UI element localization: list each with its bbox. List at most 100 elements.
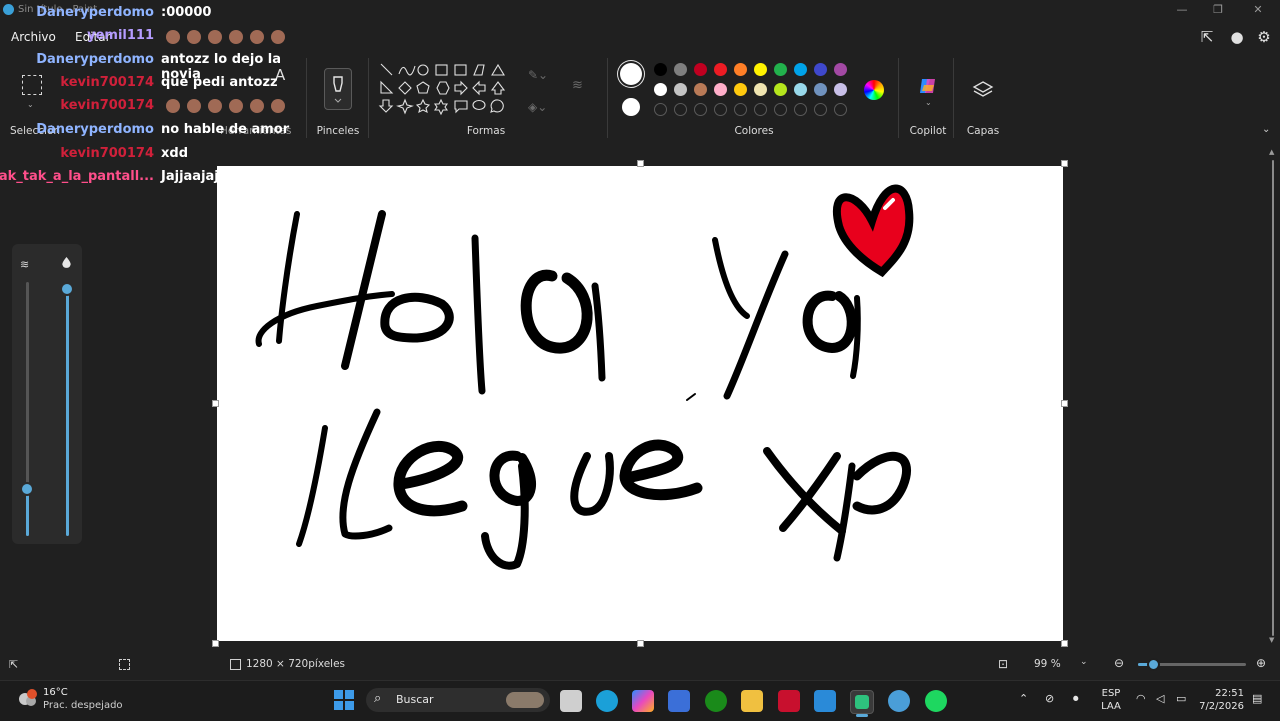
file-explorer-icon[interactable] <box>741 690 763 712</box>
palette-swatch[interactable] <box>694 83 707 96</box>
weather-icon[interactable] <box>16 688 38 710</box>
drawing-canvas[interactable] <box>217 166 1063 641</box>
close-button[interactable]: ✕ <box>1248 3 1268 19</box>
custom-color-slot[interactable] <box>674 103 687 116</box>
custom-color-slot[interactable] <box>734 103 747 116</box>
layers-icon[interactable] <box>972 80 994 102</box>
resize-handle-top[interactable] <box>637 160 644 167</box>
palette-swatch[interactable] <box>654 83 667 96</box>
copilot-taskbar-icon[interactable] <box>632 690 654 712</box>
primary-color-swatch[interactable] <box>620 63 642 85</box>
volume-icon[interactable]: ◁ <box>1156 692 1164 705</box>
zoom-slider-knob[interactable] <box>1147 658 1160 671</box>
custom-color-slot[interactable] <box>834 103 847 116</box>
size-slider-knob[interactable] <box>20 482 34 496</box>
handwriting-stroke <box>380 292 454 343</box>
scroll-down-icon[interactable]: ▼ <box>1269 636 1274 644</box>
palette-swatch[interactable] <box>814 83 827 96</box>
opacity-slider-knob[interactable] <box>60 282 74 296</box>
store-icon[interactable] <box>668 690 690 712</box>
fit-to-window-icon[interactable]: ⊡ <box>998 657 1008 671</box>
palette-swatch[interactable] <box>714 63 727 76</box>
notifications-icon[interactable]: ▤ <box>1252 692 1262 705</box>
handwriting-stroke <box>339 408 393 540</box>
zoom-select[interactable]: 99 % ⌄ <box>1028 654 1094 674</box>
resize-handle-top-right[interactable] <box>1061 160 1068 167</box>
resize-handle-bottom-left[interactable] <box>212 640 219 647</box>
opacity-slider-fill[interactable] <box>66 290 69 536</box>
lang-bottom[interactable]: LAA <box>1098 701 1124 712</box>
tray-chevron-icon[interactable]: ⌃ <box>1019 692 1028 705</box>
clock-time[interactable]: 22:51 <box>1200 688 1244 699</box>
account-icon[interactable]: ● <box>1228 28 1246 46</box>
custom-color-slot[interactable] <box>754 103 767 116</box>
resize-handle-right[interactable] <box>1061 400 1068 407</box>
custom-color-slot[interactable] <box>714 103 727 116</box>
scrollbar-thumb[interactable] <box>1272 160 1274 636</box>
custom-color-slot[interactable] <box>814 103 827 116</box>
palette-swatch[interactable] <box>794 83 807 96</box>
network-muted-icon[interactable]: ⊘ <box>1045 692 1054 705</box>
resize-handle-left[interactable] <box>212 400 219 407</box>
lang-top[interactable]: ESP <box>1098 688 1124 699</box>
custom-color-slot[interactable] <box>794 103 807 116</box>
palette-swatch[interactable] <box>674 83 687 96</box>
zoom-in-icon[interactable]: ⊕ <box>1256 656 1266 670</box>
palette-swatch[interactable] <box>794 63 807 76</box>
zoom-out-icon[interactable]: ⊖ <box>1114 656 1124 670</box>
chat-line: Daneryperdomo antozz lo dejo la novia <box>0 52 320 82</box>
app-globe-icon[interactable] <box>888 690 910 712</box>
paint-taskbar-icon[interactable] <box>850 690 874 714</box>
task-view-icon[interactable] <box>560 690 582 712</box>
handwriting-stroke <box>852 451 912 515</box>
outline-icon[interactable]: ✎⌄ <box>528 68 548 82</box>
palette-swatch[interactable] <box>734 63 747 76</box>
palette-swatch[interactable] <box>814 63 827 76</box>
palette-swatch[interactable] <box>654 63 667 76</box>
palette-swatch[interactable] <box>774 83 787 96</box>
maximize-button[interactable]: ❐ <box>1208 3 1228 19</box>
edge-browser-icon[interactable] <box>596 690 618 712</box>
resize-handle-bottom[interactable] <box>637 640 644 647</box>
app-red-icon[interactable] <box>778 690 800 712</box>
scroll-up-icon[interactable]: ▲ <box>1269 148 1274 156</box>
clock-date[interactable]: 7/2/2026 <box>1198 701 1244 712</box>
palette-swatch[interactable] <box>834 83 847 96</box>
custom-color-slot[interactable] <box>694 103 707 116</box>
search-box[interactable]: ⌕ Buscar <box>366 688 550 712</box>
palette-swatch[interactable] <box>734 83 747 96</box>
vscode-icon[interactable] <box>814 690 836 712</box>
polygon-shape-icon <box>473 64 485 76</box>
vertical-scrollbar[interactable]: ▲ ▼ <box>1269 148 1277 648</box>
palette-swatch[interactable] <box>714 83 727 96</box>
minimize-button[interactable]: — <box>1172 3 1192 19</box>
brush-button[interactable] <box>324 68 352 110</box>
copilot-icon[interactable] <box>918 76 938 96</box>
custom-color-slot[interactable] <box>774 103 787 116</box>
secondary-color-swatch[interactable] <box>622 98 640 116</box>
spotify-icon[interactable] <box>925 690 947 712</box>
five-point-star-icon <box>415 98 431 114</box>
palette-swatch[interactable] <box>774 63 787 76</box>
palette-swatch[interactable] <box>694 63 707 76</box>
battery-icon[interactable]: ▭ <box>1176 692 1186 705</box>
chat-line: Daneryperdomo:00000 <box>0 5 320 25</box>
collapse-ribbon-icon[interactable]: ⌄ <box>1262 124 1270 135</box>
resize-handle-bottom-right[interactable] <box>1061 640 1068 647</box>
palette-swatch[interactable] <box>834 63 847 76</box>
palette-swatch[interactable] <box>674 63 687 76</box>
share-icon[interactable]: ⇱ <box>1198 28 1216 46</box>
windows-start-icon[interactable] <box>334 690 354 710</box>
palette-swatch[interactable] <box>754 83 767 96</box>
shape-style-icon[interactable]: ≋ <box>572 78 583 93</box>
chevron-down-icon[interactable]: ⌄ <box>925 98 932 107</box>
xbox-icon[interactable] <box>705 690 727 712</box>
custom-color-slot[interactable] <box>654 103 667 116</box>
microphone-icon[interactable]: ⏺ <box>1073 692 1079 706</box>
wifi-icon[interactable]: ◠ <box>1136 692 1146 705</box>
palette-swatch[interactable] <box>754 63 767 76</box>
settings-gear-icon[interactable]: ⚙ <box>1255 28 1273 46</box>
edit-colors-icon[interactable] <box>864 80 884 100</box>
fill-icon[interactable]: ◈⌄ <box>528 100 547 114</box>
handwriting-stroke <box>296 425 328 547</box>
